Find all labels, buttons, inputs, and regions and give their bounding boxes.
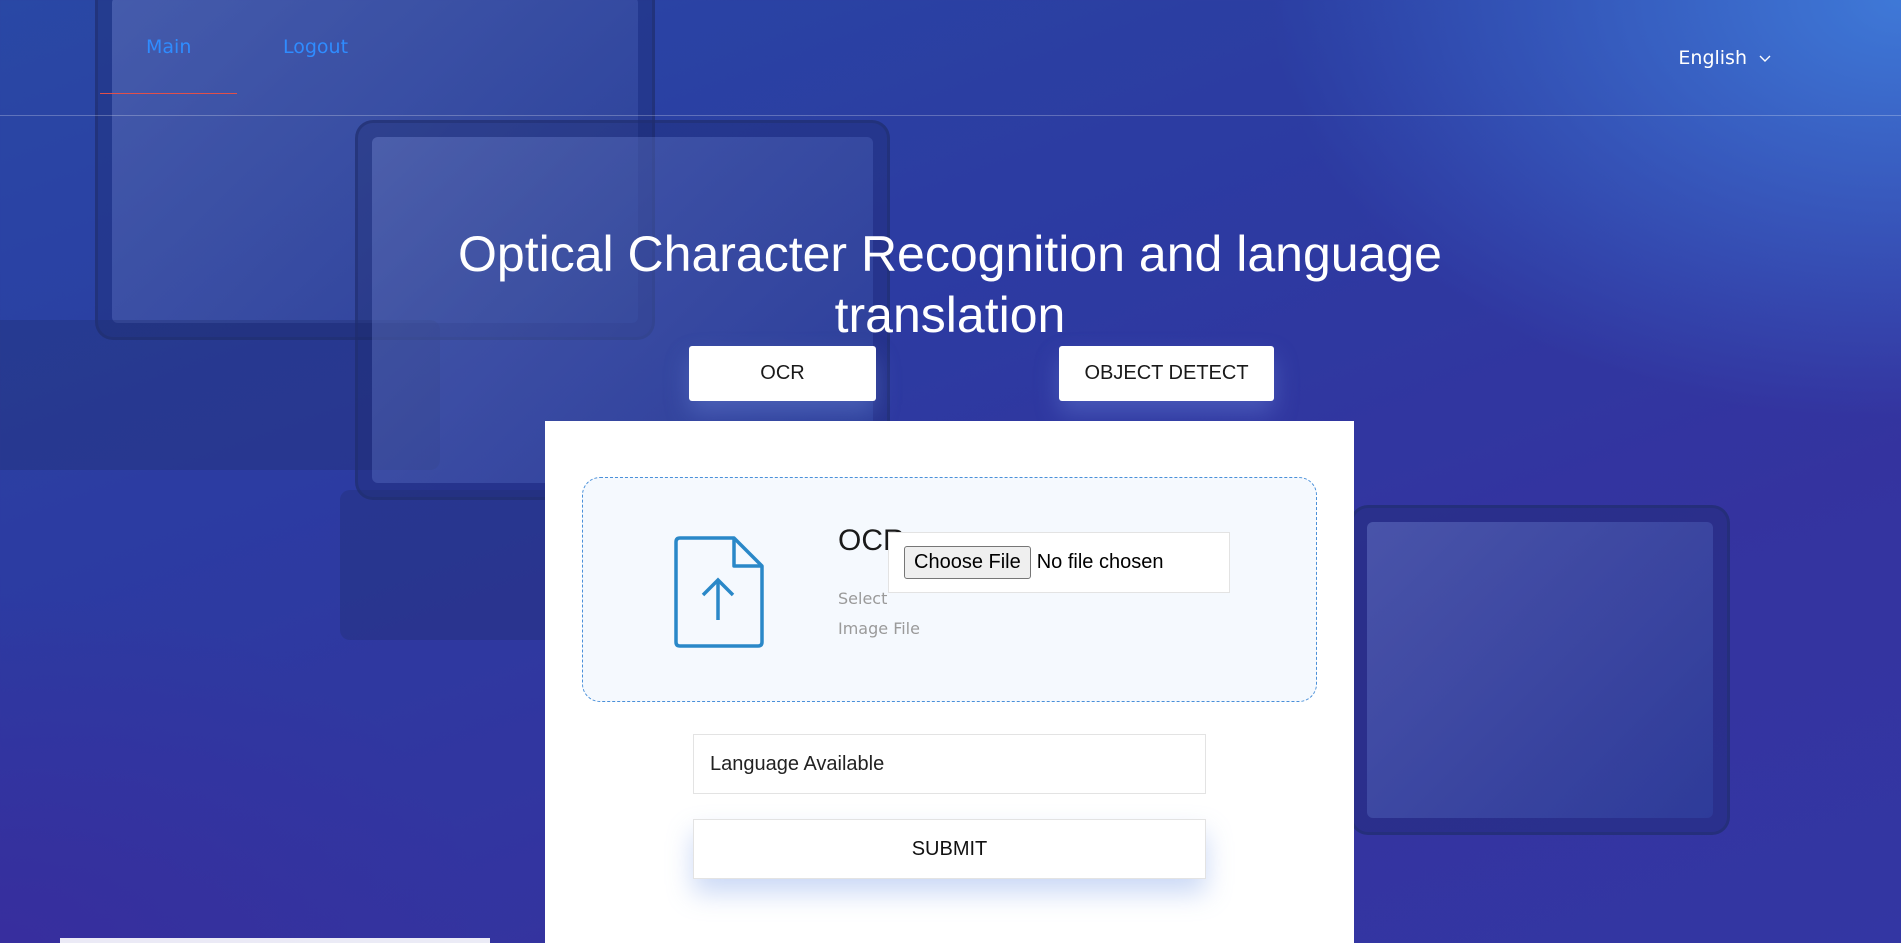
- language-select[interactable]: English: [1678, 47, 1771, 69]
- file-input[interactable]: Choose File No file chosen: [888, 532, 1230, 593]
- object-detect-mode-button[interactable]: OBJECT DETECT: [1059, 346, 1274, 401]
- upload-hint: Select Image File: [838, 589, 920, 638]
- bottom-strip: [60, 938, 490, 943]
- top-nav: Main Logout English: [0, 0, 1901, 116]
- nav-logout-link[interactable]: Logout: [283, 36, 348, 58]
- submit-button[interactable]: SUBMIT: [693, 819, 1206, 879]
- page-title: Optical Character Recognition and langua…: [458, 226, 1442, 343]
- file-dropzone[interactable]: OCR Select Image File Choose File No fil…: [582, 477, 1317, 702]
- chevron-down-icon: [1759, 55, 1771, 62]
- active-nav-underline: [100, 93, 237, 94]
- language-available-field[interactable]: Language Available: [693, 734, 1206, 794]
- language-select-value: English: [1678, 47, 1747, 69]
- nav-main-link[interactable]: Main: [146, 36, 191, 58]
- file-upload-icon: [674, 536, 764, 648]
- choose-file-button[interactable]: Choose File: [904, 546, 1031, 579]
- upload-card: OCR Select Image File Choose File No fil…: [545, 421, 1354, 943]
- ocr-mode-button[interactable]: OCR: [689, 346, 876, 401]
- file-status-text: No file chosen: [1036, 551, 1164, 573]
